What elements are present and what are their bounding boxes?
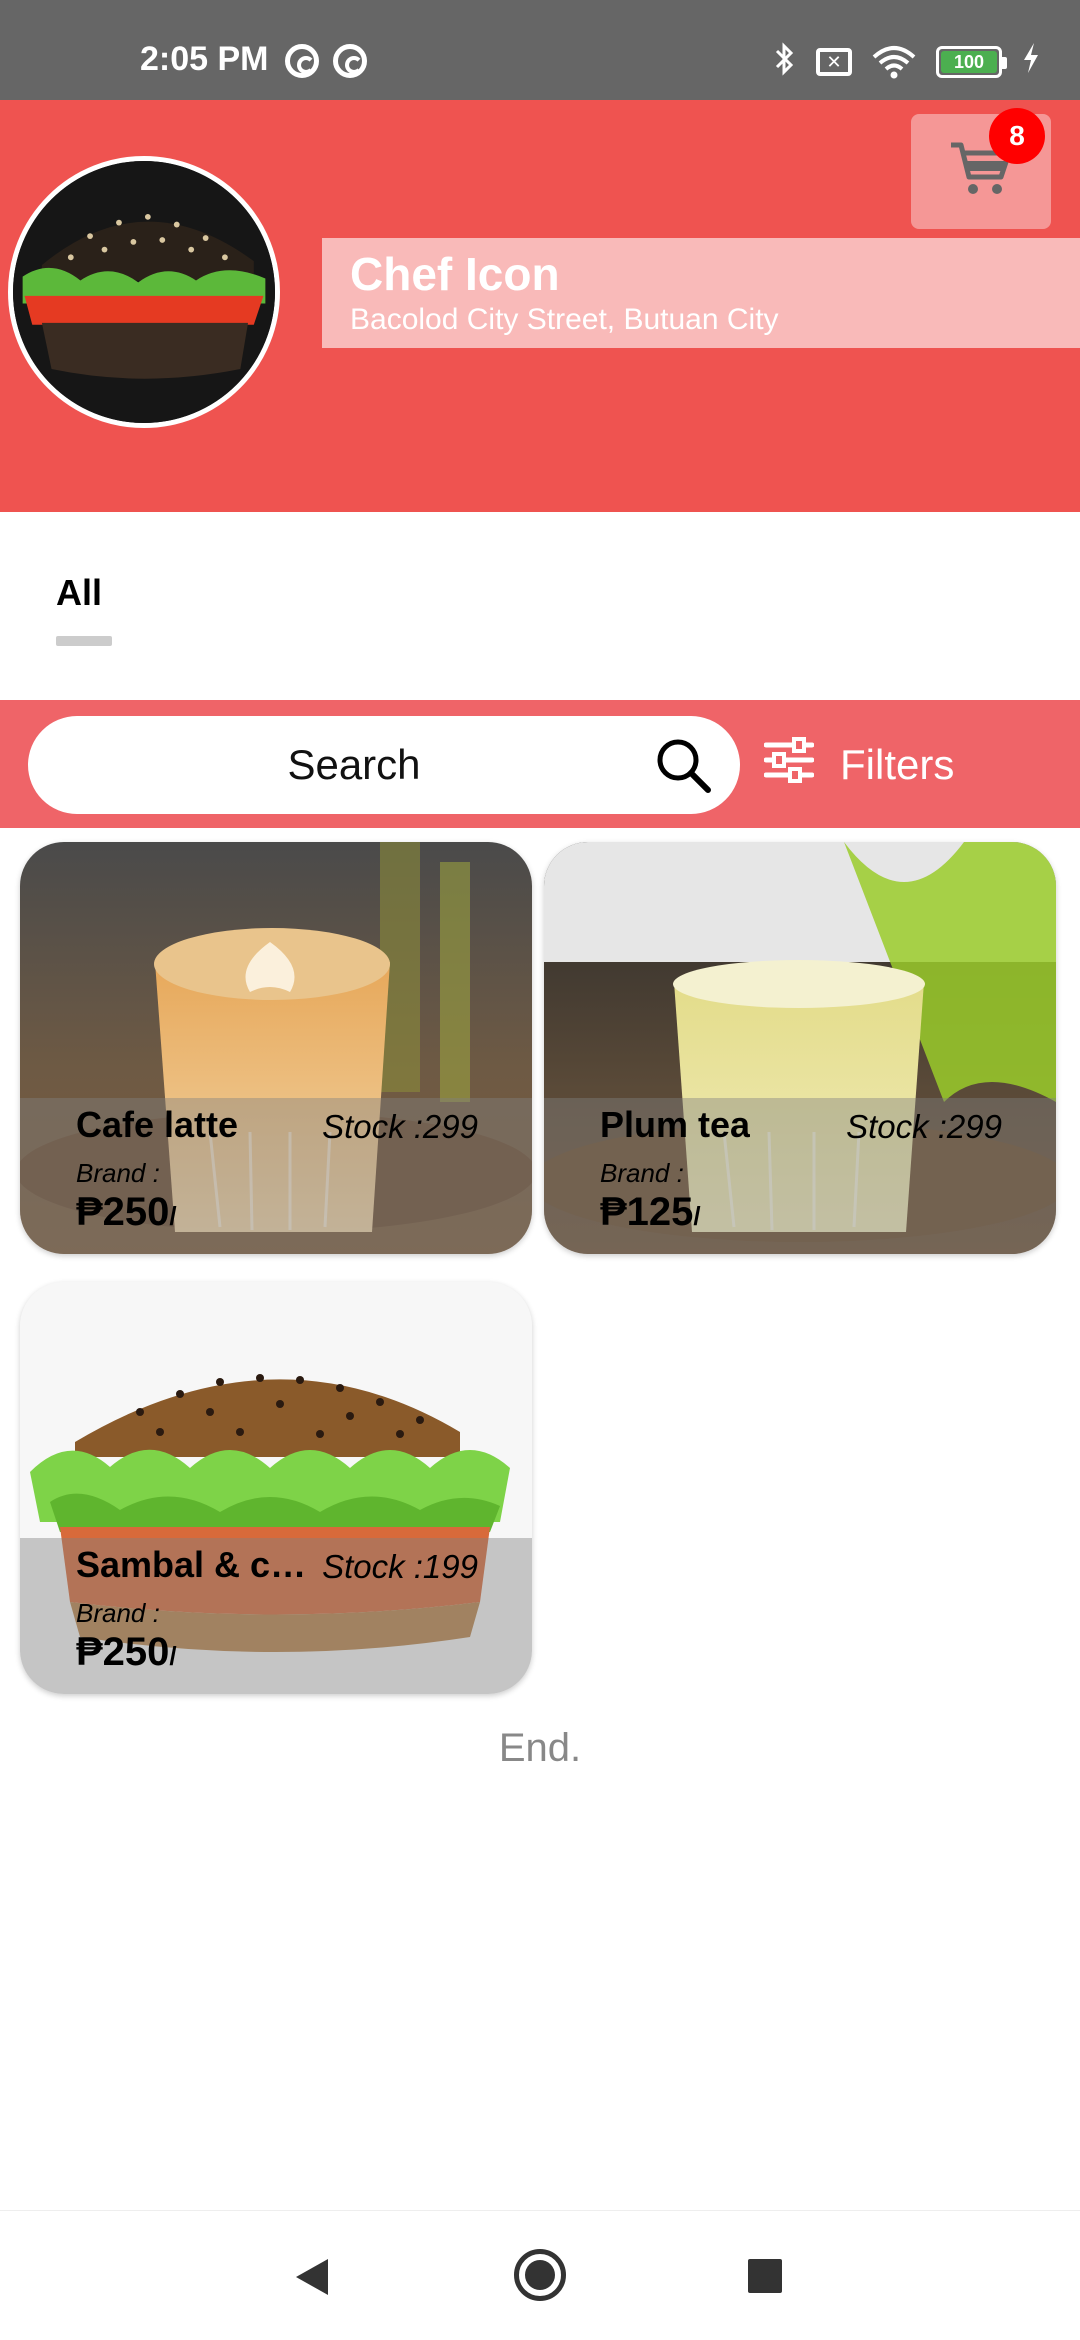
home-icon[interactable] bbox=[514, 2249, 566, 2301]
search-input[interactable] bbox=[28, 716, 740, 814]
battery-level: 100 bbox=[941, 51, 997, 73]
product-card[interactable]: Plum tea Stock :299 Brand : ₱125/ bbox=[544, 842, 1056, 1254]
sliders-icon bbox=[763, 737, 815, 793]
price-suffix: / bbox=[169, 1641, 177, 1671]
wifi-icon bbox=[872, 45, 916, 79]
status-bar: 2:05 PM ✕ 100 bbox=[0, 0, 1080, 100]
battery-icon: 100 bbox=[936, 46, 1007, 78]
product-brand: Brand : bbox=[600, 1158, 684, 1188]
store-info-banner: Chef Icon Bacolod City Street, Butuan Ci… bbox=[322, 238, 1080, 348]
search-bar: Filters bbox=[0, 700, 1080, 828]
cast-ring-icon bbox=[285, 44, 319, 78]
product-brand: Brand : bbox=[76, 1598, 160, 1628]
status-left-icons bbox=[285, 44, 367, 78]
product-stock: Stock :299 bbox=[846, 1108, 1002, 1145]
cart-badge: 8 bbox=[989, 108, 1045, 164]
bluetooth-icon bbox=[774, 42, 796, 82]
store-name: Chef Icon bbox=[350, 248, 560, 300]
product-card[interactable]: Sambal & chicken Stock :199 Brand : ₱250… bbox=[20, 1282, 532, 1694]
product-name: Plum tea bbox=[600, 1104, 751, 1145]
tab-all[interactable]: All bbox=[56, 572, 102, 614]
filters-label: Filters bbox=[840, 741, 955, 788]
price-suffix: / bbox=[169, 1201, 177, 1231]
store-header: Chef Icon Bacolod City Street, Butuan Ci… bbox=[0, 100, 1080, 512]
price-suffix: / bbox=[693, 1201, 701, 1231]
status-time: 2:05 PM bbox=[140, 40, 269, 78]
store-avatar[interactable] bbox=[8, 156, 280, 428]
price-value: ₱250 bbox=[76, 1190, 170, 1234]
status-right-icons: ✕ 100 bbox=[774, 42, 1040, 82]
back-icon[interactable] bbox=[296, 2259, 328, 2295]
search-icon[interactable] bbox=[654, 736, 714, 796]
product-price: ₱250/ bbox=[76, 1190, 177, 1235]
product-name: Sambal & chicken bbox=[76, 1544, 326, 1585]
price-value: ₱125 bbox=[600, 1190, 694, 1234]
charging-bolt-icon bbox=[1022, 43, 1040, 81]
product-brand: Brand : bbox=[76, 1158, 160, 1188]
filters-button[interactable]: Filters bbox=[763, 720, 955, 810]
product-price: ₱250/ bbox=[76, 1630, 177, 1675]
product-stock: Stock :199 bbox=[322, 1548, 478, 1585]
product-name: Cafe latte bbox=[76, 1104, 239, 1145]
end-of-list-label: End. bbox=[498, 1726, 582, 1770]
system-nav-bar bbox=[0, 2210, 1080, 2340]
product-card[interactable]: Cafe latte Stock :299 Brand : ₱250/ bbox=[20, 842, 532, 1254]
no-sim-icon: ✕ bbox=[816, 48, 852, 76]
product-stock: Stock :299 bbox=[322, 1108, 478, 1145]
category-tabs: All bbox=[0, 512, 1080, 700]
price-value: ₱250 bbox=[76, 1630, 170, 1674]
cast-ring-icon bbox=[333, 44, 367, 78]
recents-icon[interactable] bbox=[748, 2259, 782, 2293]
store-address: Bacolod City Street, Butuan City bbox=[350, 303, 779, 336]
tab-indicator bbox=[56, 636, 112, 646]
burger-avatar-image bbox=[13, 161, 275, 423]
product-price: ₱125/ bbox=[600, 1190, 701, 1235]
cart-button[interactable]: 8 bbox=[911, 108, 1051, 229]
